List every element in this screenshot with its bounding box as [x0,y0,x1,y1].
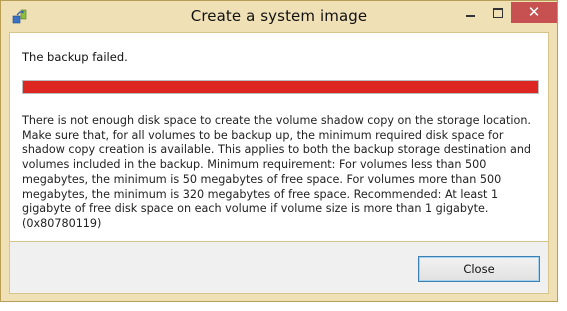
progress-fill [23,81,538,93]
status-text: The backup failed. [22,50,128,64]
title-bar[interactable]: Create a system image ✕ [1,1,557,32]
window-close-button[interactable]: ✕ [511,2,557,23]
minimize-icon [466,14,475,17]
maximize-icon [492,7,503,18]
error-message: There is not enough disk space to create… [22,114,532,230]
minimize-button[interactable] [457,2,484,23]
close-icon: ✕ [527,3,541,21]
dialog-content: The backup failed. There is not enough d… [9,32,549,242]
maximize-button[interactable] [484,2,511,23]
dialog-window: Create a system image ✕ The backup faile… [0,0,558,302]
dialog-footer: Close [9,242,549,294]
close-button[interactable]: Close [418,256,540,282]
progress-bar [22,80,539,94]
